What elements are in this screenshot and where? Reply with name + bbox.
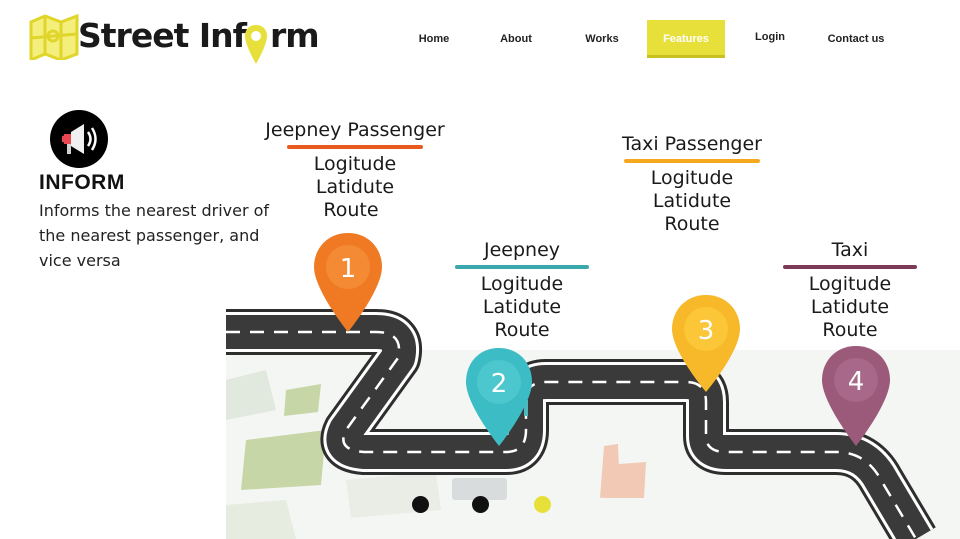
step-1-line-2: Latidute <box>315 176 395 198</box>
nav-login[interactable]: Login <box>742 18 798 56</box>
brand-name: Street Inf rm <box>78 16 320 55</box>
step-2-label: Jeepney Logitude Latidute Route <box>452 238 592 342</box>
nav-home[interactable]: Home <box>406 20 462 58</box>
marker-1-number: 1 <box>340 254 357 284</box>
carousel-dot-3[interactable] <box>534 496 551 513</box>
step-1-bar <box>287 145 423 149</box>
step-4-line-3: Route <box>822 319 878 341</box>
step-3-line-2: Latidute <box>652 190 732 212</box>
carousel-dot-2[interactable] <box>472 496 489 513</box>
step-4-bar <box>783 265 917 269</box>
nav-about[interactable]: About <box>488 20 544 58</box>
step-2-line-2: Latidute <box>482 296 562 318</box>
megaphone-icon <box>50 110 108 168</box>
main-nav: Home About Works Features Login Contact … <box>400 20 900 60</box>
step-4-label: Taxi Logitude Latidute Route <box>780 238 920 342</box>
map-icon <box>29 14 79 60</box>
nav-features[interactable]: Features <box>647 20 725 58</box>
inform-title: INFORM <box>39 171 125 194</box>
step-3-line-3: Route <box>664 213 720 235</box>
step-2-bar <box>455 265 589 269</box>
step-1-title: Jeepney Passenger <box>265 119 445 141</box>
carousel-indicators <box>412 496 562 514</box>
step-4-title: Taxi <box>831 239 869 261</box>
nav-contact-us[interactable]: Contact us <box>820 20 892 58</box>
marker-3-number: 3 <box>698 316 715 346</box>
step-2-title: Jeepney <box>483 239 561 261</box>
brand-logo[interactable]: Street Inf rm <box>28 12 328 64</box>
nav-works[interactable]: Works <box>574 20 630 58</box>
step-1-line-3: Route <box>323 199 379 221</box>
step-1-label: Jeepney Passenger Logitude Latidute Rout… <box>262 118 448 222</box>
step-4-line-2: Latidute <box>810 296 890 318</box>
step-3-line-1: Logitude <box>650 167 734 189</box>
step-3-bar <box>624 159 760 163</box>
marker-2-number: 2 <box>491 369 508 399</box>
step-4-line-1: Logitude <box>808 273 892 295</box>
step-2-line-3: Route <box>494 319 550 341</box>
marker-4-number: 4 <box>848 367 865 397</box>
step-3-title: Taxi Passenger <box>621 133 762 155</box>
step-1-line-1: Logitude <box>313 153 397 175</box>
step-3-label: Taxi Passenger Logitude Latidute Route <box>612 132 772 236</box>
carousel-dot-1[interactable] <box>412 496 429 513</box>
location-pin-icon <box>245 25 267 64</box>
step-2-line-1: Logitude <box>480 273 564 295</box>
